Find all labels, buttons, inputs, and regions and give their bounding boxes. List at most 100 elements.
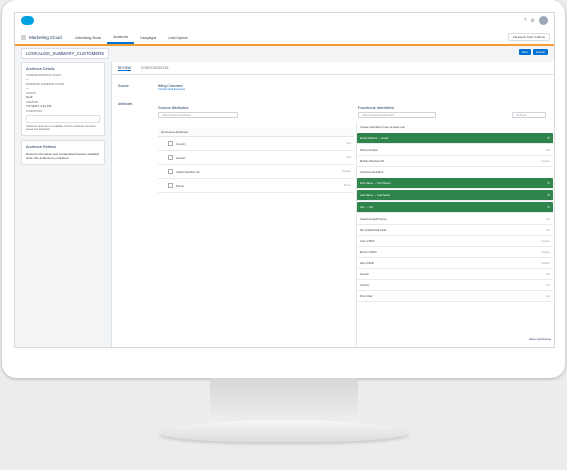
facebook-identifiers-title: Facebook Identifiers bbox=[358, 105, 395, 110]
avatar[interactable] bbox=[539, 16, 548, 25]
mapped-identifier-row[interactable]: Last Name → Last Name ✕ bbox=[357, 190, 553, 201]
identifier-type: Number bbox=[541, 239, 550, 243]
identifier-name: Mobile Advertiser ID bbox=[360, 159, 385, 163]
tab-lead-capture[interactable]: Lead Capture bbox=[162, 31, 193, 44]
identifier-row[interactable]: Year of Birth Number bbox=[357, 236, 553, 247]
identifier-row[interactable]: Gender Text bbox=[357, 269, 553, 280]
checkbox[interactable] bbox=[168, 155, 173, 160]
identifier-name: Month of Birth bbox=[360, 250, 377, 254]
record-actions: Save Activate bbox=[518, 49, 548, 55]
identifier-row[interactable]: State/County/Province Text bbox=[357, 214, 553, 225]
source-attr-name: Phone bbox=[168, 183, 184, 188]
remove-mapping-icon[interactable]: ✕ bbox=[547, 181, 550, 185]
save-continue-link[interactable]: Save Continue ▸ bbox=[529, 337, 551, 341]
identifier-type: Text bbox=[545, 272, 550, 276]
activate-button[interactable]: Activate bbox=[532, 49, 548, 55]
field-value: — bbox=[26, 77, 29, 81]
help-icon[interactable]: ? bbox=[524, 18, 527, 24]
facebook-identifiers-list: Unique Identifiers (map at least one) Em… bbox=[356, 122, 553, 347]
app-launcher[interactable]: Marketing Cloud bbox=[15, 31, 68, 44]
required-note: Unique Identifiers (map at least one) bbox=[360, 125, 406, 129]
source-attr-type: Phone bbox=[343, 184, 351, 187]
lookup-key-field[interactable] bbox=[26, 115, 100, 123]
mapped-identifier-row[interactable]: City → City ✕ bbox=[357, 202, 553, 213]
identifier-type: Text bbox=[545, 294, 550, 298]
identifier-row[interactable]: Day of Birth Number bbox=[357, 258, 553, 269]
source-attr-label: Phone bbox=[176, 183, 185, 188]
salesforce-logo-icon bbox=[21, 16, 34, 25]
audience-refresh-title: Audience Refresh bbox=[26, 145, 57, 149]
identifier-name: City → City bbox=[360, 205, 374, 209]
source-search-input[interactable]: Search Source Attributes bbox=[158, 112, 238, 118]
identifier-type: Text bbox=[545, 283, 550, 287]
type-filter-select[interactable]: All Types bbox=[512, 112, 546, 118]
global-header: ? ⚙ bbox=[15, 13, 554, 31]
identifier-name: First Initial bbox=[360, 294, 373, 298]
identifier-name: Year of Birth bbox=[360, 239, 375, 243]
remove-mapping-icon[interactable]: ✕ bbox=[547, 205, 550, 209]
identifier-name: Day of Birth bbox=[360, 261, 375, 265]
source-attr-type: Text bbox=[346, 156, 351, 159]
app-name: Marketing Cloud bbox=[29, 35, 62, 40]
list-item[interactable]: Phone Phone bbox=[158, 179, 354, 193]
tab-configuration[interactable]: CONFIGURATION bbox=[141, 66, 168, 70]
field-value: 7/17/2017 4:12 PM bbox=[26, 104, 52, 108]
identifier-name: Zip Code/Postal Code bbox=[360, 228, 387, 232]
record-name[interactable]: LOOKALIKE_SUMMARY_CUSTOMERS bbox=[21, 47, 110, 59]
refresh-note: Refresh information and extrapolated buc… bbox=[26, 152, 100, 160]
source-attributes-list: All Source Attributes Country Text Gende… bbox=[158, 128, 354, 193]
source-attr-name: Gender bbox=[168, 155, 185, 160]
mapped-identifier-row[interactable]: First Name → First Name ✕ bbox=[357, 178, 553, 189]
list-item[interactable]: Article Identifier (2) Number bbox=[158, 165, 354, 179]
checkbox[interactable] bbox=[168, 141, 173, 146]
source-attr-type: Number bbox=[342, 170, 351, 173]
audience-details-card: Audience Details SOURCE AUDIENCE COUNT —… bbox=[21, 62, 105, 136]
monitor-stand-neck bbox=[210, 378, 358, 423]
waffle-icon[interactable] bbox=[21, 35, 26, 40]
identifier-type: Number bbox=[541, 261, 550, 265]
dest-search-input[interactable]: Search Facebook Identifiers bbox=[358, 112, 436, 118]
source-attr-label: Article Identifier (2) bbox=[176, 169, 200, 174]
source-attr-name: Article Identifier (2) bbox=[168, 169, 199, 174]
source-attr-label: Country bbox=[176, 141, 186, 146]
identifier-row[interactable]: Zip Code/Postal Code Text bbox=[357, 225, 553, 236]
record-header: LOOKALIKE_SUMMARY_CUSTOMERS Save Activat… bbox=[15, 46, 554, 60]
checkbox[interactable] bbox=[168, 183, 173, 188]
identifier-row[interactable]: First Initial Text bbox=[357, 291, 553, 302]
remove-mapping-icon[interactable]: ✕ bbox=[547, 193, 550, 197]
audience-details-title: Audience Details bbox=[26, 67, 55, 71]
source-attr-type: Text bbox=[346, 142, 351, 145]
source-subtitle: Contact Data Extension bbox=[158, 88, 186, 91]
save-button[interactable]: Save bbox=[518, 49, 531, 55]
source-selection[interactable]: Billing Customers Contact Data Extension bbox=[158, 84, 185, 91]
checkbox[interactable] bbox=[168, 169, 173, 174]
identifier-row[interactable]: Month of Birth Number bbox=[357, 247, 553, 258]
user-menu[interactable]: Facebook Tech Cuffinus bbox=[507, 33, 550, 41]
settings-icon[interactable]: ⚙ bbox=[531, 18, 535, 24]
tab-audiences[interactable]: Audiences bbox=[107, 31, 135, 44]
list-item[interactable]: Gender Text bbox=[158, 151, 354, 165]
identifier-row[interactable]: Country Text bbox=[357, 280, 553, 291]
mapped-identifier-row[interactable]: Email Address → Email ✕ bbox=[357, 133, 553, 144]
tab-campaigns[interactable]: Campaigns bbox=[134, 31, 162, 44]
identifier-name: Country bbox=[360, 283, 370, 287]
source-attributes-title: Source Attributes bbox=[158, 105, 189, 110]
identifier-name: Email Address → Email bbox=[360, 136, 389, 140]
app-search[interactable]: ⌕ Advertising Studio bbox=[68, 31, 108, 44]
details-note: Audience sizes are not available until t… bbox=[26, 125, 96, 131]
remove-mapping-icon[interactable]: ✕ bbox=[547, 136, 550, 140]
field-value: — bbox=[26, 86, 29, 90]
optional-label: Optional Identifiers bbox=[360, 170, 384, 174]
tab-review[interactable]: REVIEW bbox=[118, 66, 132, 71]
main-panel: REVIEW CONFIGURATION Source Billing Cust… bbox=[111, 62, 554, 347]
list-item[interactable]: Country Text bbox=[158, 137, 354, 151]
identifier-row[interactable]: Mobile Advertiser ID Number bbox=[357, 156, 553, 167]
identifier-row[interactable]: Phone Number Text bbox=[357, 145, 553, 156]
source-list-header: All Source Attributes bbox=[158, 128, 354, 137]
status-badge: Draft bbox=[26, 95, 33, 99]
field-label: LOOKUP KEY bbox=[26, 110, 43, 113]
app-search-label: Advertising Studio bbox=[75, 35, 102, 40]
identifier-type: Number bbox=[541, 159, 550, 163]
monitor-frame: ? ⚙ Marketing Cloud ⌕ Advertising Studio… bbox=[2, 0, 565, 378]
identifier-name: First Name → First Name bbox=[360, 181, 391, 185]
